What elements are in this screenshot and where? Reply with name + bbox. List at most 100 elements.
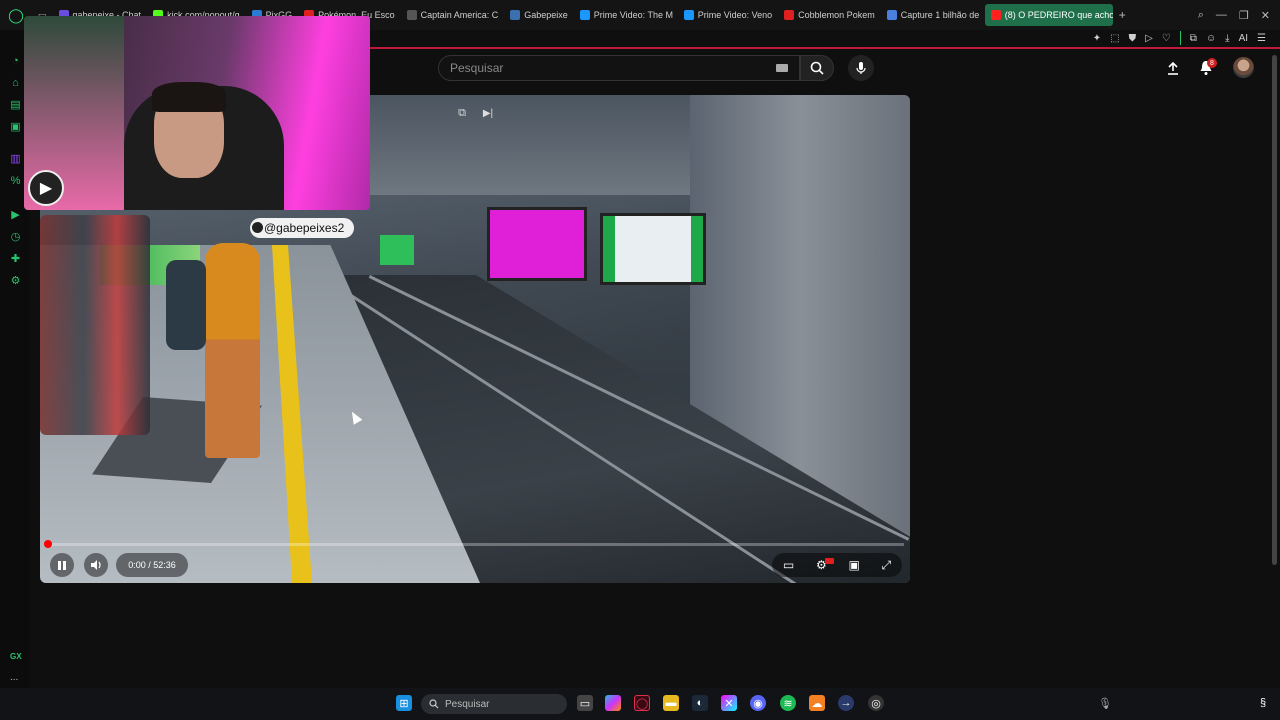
progress-scrubber[interactable] [44, 540, 52, 548]
download-icon[interactable]: ⤓ [1225, 33, 1229, 44]
browser-tab[interactable]: Gabepeixe [504, 4, 574, 26]
youtube-search-input[interactable] [450, 61, 770, 75]
browser-tab[interactable]: Prime Video: Veno [678, 4, 778, 26]
video-frame-backpack [166, 260, 206, 350]
spotify-icon[interactable]: ≋ [780, 695, 796, 711]
accent-line [370, 47, 1280, 49]
youtube-search-box [438, 55, 800, 81]
tab-label: Prime Video: Veno [697, 10, 773, 20]
pin-icon[interactable]: ✦ [1093, 33, 1101, 44]
cleaner-icon[interactable]: ▤ [9, 98, 22, 111]
taskbar-search[interactable]: Pesquisar [421, 694, 567, 714]
player-icon[interactable]: ▷ [1145, 33, 1153, 44]
ai-button[interactable]: AI [1239, 33, 1248, 44]
keyboard-icon[interactable] [776, 64, 788, 72]
taskbar-search-placeholder: Pesquisar [445, 698, 490, 710]
windows-start-icon[interactable]: ⊞ [396, 695, 412, 711]
page-scrollbar[interactable] [1272, 55, 1277, 565]
microphone-icon [856, 62, 866, 74]
obs-icon[interactable]: ◎ [868, 695, 884, 711]
subtitles-button[interactable]: ▭ [783, 558, 794, 572]
hd-badge [825, 558, 834, 564]
tab-label: Capture 1 bilhão de [900, 10, 980, 20]
profile-icon[interactable]: ☺ [1206, 33, 1216, 44]
video-frame-sign [380, 235, 414, 265]
video-frame-crowd [40, 215, 150, 435]
task-view-icon[interactable]: ▭ [577, 695, 593, 711]
tab-label: Captain America: C [420, 10, 499, 20]
pause-button[interactable] [50, 553, 74, 577]
next-video-icon[interactable]: ▶| [482, 107, 494, 119]
pause-icon [58, 560, 66, 570]
taskbar-microphone-icon[interactable]: 🎙 [1097, 695, 1113, 711]
browser-toolbar: ✦ ⬚ ⛊ ▷ ♡ ⧉ ☺ ⤓ AI ☰ [1093, 30, 1266, 46]
copilot-icon[interactable] [605, 695, 621, 711]
close-window-button[interactable]: ✕ [1261, 9, 1270, 22]
channel-logo-icon: ▶ [28, 170, 64, 206]
tab-active[interactable]: (8) O PEDREIRO que achou [984, 4, 1113, 26]
sidebar-more-icon[interactable]: ... [10, 672, 18, 683]
system-tray-logo-icon[interactable]: § [1255, 695, 1271, 711]
cloud-app-icon[interactable]: ☁ [809, 695, 825, 711]
gx-control-icon[interactable]: ◔ [9, 54, 22, 67]
restore-button[interactable]: ❐ [1239, 9, 1249, 22]
streamer-handle-badge: @gabepeixes2 [250, 218, 355, 238]
messenger-icon[interactable]: ▣ [9, 120, 22, 133]
gx-corner-icon[interactable]: ⌂ [9, 76, 22, 89]
streamer-handle: @gabepeixes2 [264, 221, 345, 235]
extensions-icon[interactable]: ⧉ [1190, 33, 1197, 44]
webcam-streamer-hair [152, 82, 226, 112]
notification-count-badge: 8 [1207, 58, 1217, 68]
player-right-controls: ▭ ⚙ ▣ ⤢ [772, 553, 902, 577]
extensions-sidebar-icon[interactable]: ✚ [9, 252, 22, 265]
volume-button[interactable] [84, 553, 108, 577]
tab-favicon-icon [990, 10, 1001, 20]
search-tabs-icon[interactable]: ⌕ [1198, 9, 1204, 22]
app-icon[interactable]: ✕ [721, 695, 737, 711]
volume-icon [90, 560, 101, 570]
vpn-shield-icon[interactable]: ⛊ [1129, 33, 1137, 44]
fullscreen-button[interactable]: ⤢ [882, 558, 892, 573]
video-frame-person [205, 243, 260, 458]
tab-label: (8) O PEDREIRO que achou [1004, 10, 1113, 20]
discount-icon[interactable]: % [9, 174, 22, 187]
browser-tab[interactable]: Capture 1 bilhão de [881, 4, 985, 26]
browser-tab[interactable]: Prime Video: The M [574, 4, 678, 26]
browser-tab[interactable]: Captain America: C [401, 4, 505, 26]
discord-icon[interactable]: ◉ [750, 695, 766, 711]
tab-label: Prime Video: The M [593, 10, 673, 20]
settings-icon[interactable]: ⚙ [9, 274, 22, 287]
account-avatar[interactable] [1233, 57, 1254, 78]
tab-label: Cobblemon Pokem [798, 10, 875, 20]
tab-label: Gabepeixe [524, 10, 568, 20]
search-button[interactable] [800, 55, 834, 81]
search-icon [810, 61, 824, 75]
steam-icon[interactable]: ◐ [692, 695, 708, 711]
window-controls: ⌕ — ❐ ✕ [1198, 9, 1280, 22]
time-display: 0:00 / 52:36 [116, 553, 188, 577]
voice-search-button[interactable] [848, 55, 874, 81]
snapshot-icon[interactable]: ⬚ [1110, 33, 1119, 44]
theater-mode-button[interactable]: ▣ [848, 558, 859, 572]
miniplayer-icon[interactable]: ⧉ [455, 107, 469, 119]
tab-favicon-icon [579, 10, 590, 20]
file-explorer-icon[interactable]: ▬ [663, 695, 679, 711]
create-upload-button[interactable] [1163, 58, 1183, 78]
tab-favicon-icon [886, 10, 897, 20]
player-sidebar-icon[interactable]: ▶ [9, 208, 22, 221]
new-tab-button[interactable]: + [1113, 8, 1132, 22]
video-progress-bar[interactable] [46, 543, 904, 546]
social-logo-icon [252, 222, 263, 233]
twitch-icon[interactable]: ▥ [9, 152, 22, 165]
opera-gx-taskbar-icon[interactable]: ◯ [634, 695, 650, 711]
browser-tab[interactable]: Cobblemon Pokem [778, 4, 881, 26]
vpn-app-icon[interactable]: → [838, 695, 854, 711]
menu-icon[interactable]: ☰ [1257, 33, 1266, 44]
video-frame-green-screen [600, 213, 706, 285]
history-icon[interactable]: ◷ [9, 230, 22, 243]
heart-icon[interactable]: ♡ [1162, 33, 1171, 44]
video-frame-pink-screen [487, 207, 587, 281]
minimize-button[interactable]: — [1216, 9, 1227, 22]
tab-favicon-icon [784, 10, 795, 20]
tab-favicon-icon [510, 10, 521, 20]
